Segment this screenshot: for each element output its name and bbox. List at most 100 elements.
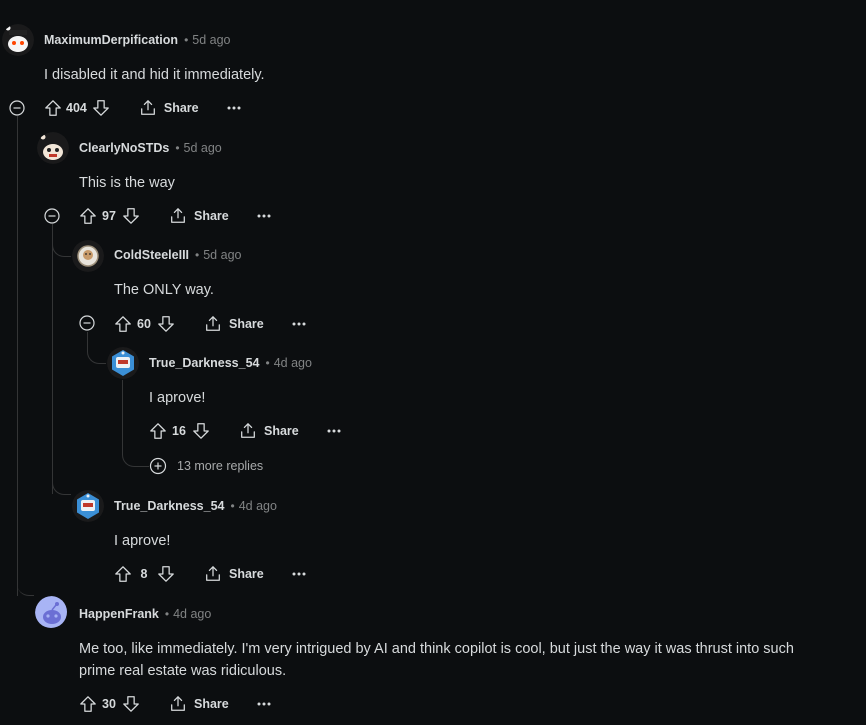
timestamp[interactable]: 5d ago <box>203 248 241 262</box>
vote-count: 97 <box>102 209 116 223</box>
share-button[interactable]: Share <box>138 97 199 119</box>
collapse-button[interactable] <box>44 208 60 224</box>
thread-connector <box>87 332 106 364</box>
separator: • <box>175 141 180 155</box>
share-label: Share <box>264 424 299 438</box>
author-name[interactable]: ClearlyNoSTDs <box>79 141 169 155</box>
timestamp[interactable]: 4d ago <box>173 607 211 621</box>
upvote-button[interactable] <box>112 313 134 335</box>
comment-meta: HappenFrank • 4d ago <box>79 604 211 624</box>
avatar[interactable] <box>2 24 34 56</box>
minus-circle-icon <box>44 208 60 224</box>
upvote-button[interactable] <box>77 205 99 227</box>
plus-circle-icon <box>149 457 167 475</box>
thread-line <box>52 224 53 494</box>
comment-actions: 8 Share <box>112 558 308 590</box>
comment-meta: True_Darkness_54 • 4d ago <box>149 353 312 373</box>
upvote-button[interactable] <box>77 693 99 715</box>
author-name[interactable]: True_Darkness_54 <box>149 356 260 370</box>
more-options-button[interactable] <box>255 695 273 713</box>
separator: • <box>195 248 200 262</box>
comment-actions: 16 Share <box>147 415 343 447</box>
ellipsis-icon <box>327 429 341 433</box>
more-options-button[interactable] <box>290 315 308 333</box>
more-options-button[interactable] <box>255 207 273 225</box>
share-icon <box>171 208 185 223</box>
author-name[interactable]: ColdSteeleIII <box>114 248 189 262</box>
share-label: Share <box>163 101 199 115</box>
share-button[interactable]: Share <box>203 313 264 335</box>
share-button[interactable]: Share <box>203 563 264 585</box>
collapse-button[interactable] <box>79 315 95 331</box>
author-name[interactable]: True_Darkness_54 <box>114 499 225 513</box>
arrow-down-icon <box>193 423 209 439</box>
share-button[interactable]: Share <box>238 420 299 442</box>
downvote-button[interactable] <box>155 313 177 335</box>
vote-count: 404 <box>66 101 87 115</box>
vote-count: 16 <box>172 424 186 438</box>
upvote-button[interactable] <box>42 97 64 119</box>
downvote-button[interactable] <box>90 97 112 119</box>
author-name[interactable]: HappenFrank <box>79 607 159 621</box>
author-name[interactable]: MaximumDerpification <box>44 33 178 47</box>
comment-meta: MaximumDerpification • 5d ago <box>44 30 231 50</box>
arrow-up-icon <box>45 100 61 116</box>
upvote-button[interactable] <box>112 563 134 585</box>
upvote-button[interactable] <box>147 420 169 442</box>
comment-body: This is the way <box>79 175 175 191</box>
separator: • <box>265 356 270 370</box>
avatar[interactable] <box>37 132 69 164</box>
comment-meta: True_Darkness_54 • 4d ago <box>114 496 277 516</box>
downvote-button[interactable] <box>190 420 212 442</box>
timestamp[interactable]: 5d ago <box>184 141 222 155</box>
more-options-button[interactable] <box>325 422 343 440</box>
share-label: Share <box>194 209 229 223</box>
arrow-down-icon <box>93 100 109 116</box>
vote-count: 60 <box>137 317 151 331</box>
share-button[interactable]: Share <box>168 693 229 715</box>
arrow-up-icon <box>115 316 131 332</box>
comment-body: I aprove! <box>149 390 206 406</box>
avatar[interactable] <box>72 240 104 272</box>
arrow-up-icon <box>150 423 166 439</box>
vote-count: 8 <box>140 567 148 581</box>
arrow-down-icon <box>158 566 174 582</box>
arrow-down-icon <box>123 696 139 712</box>
downvote-button[interactable] <box>155 563 177 585</box>
avatar[interactable] <box>35 596 67 628</box>
comment-actions: 30 Share <box>77 688 273 720</box>
minus-circle-icon <box>9 100 25 116</box>
ellipsis-icon <box>257 214 271 218</box>
arrow-down-icon <box>123 208 139 224</box>
share-label: Share <box>194 697 229 711</box>
collapse-button[interactable] <box>9 100 25 116</box>
ellipsis-icon <box>292 572 306 576</box>
ellipsis-icon <box>292 322 306 326</box>
share-icon <box>206 316 220 331</box>
arrow-up-icon <box>80 208 96 224</box>
more-replies-link[interactable]: 13 more replies <box>149 456 263 476</box>
downvote-button[interactable] <box>120 693 142 715</box>
downvote-button[interactable] <box>120 205 142 227</box>
vote-count: 30 <box>102 697 116 711</box>
separator: • <box>184 33 189 47</box>
comment-meta: ClearlyNoSTDs • 5d ago <box>79 138 222 158</box>
minus-circle-icon <box>79 315 95 331</box>
separator: • <box>164 607 170 621</box>
share-icon <box>206 566 220 581</box>
avatar[interactable] <box>72 490 104 522</box>
thread-connector <box>52 480 71 495</box>
more-options-button[interactable] <box>290 565 308 583</box>
thread-connector <box>52 225 71 257</box>
avatar[interactable] <box>107 347 139 379</box>
comment-actions: 97 Share <box>77 200 273 232</box>
timestamp[interactable]: 4d ago <box>274 356 312 370</box>
comment-body: I disabled it and hid it immediately. <box>44 67 265 83</box>
more-replies-label: 13 more replies <box>177 459 264 473</box>
share-icon <box>171 696 185 711</box>
more-options-button[interactable] <box>225 99 243 117</box>
timestamp[interactable]: 5d ago <box>192 33 230 47</box>
share-button[interactable]: Share <box>168 205 229 227</box>
share-label: Share <box>229 567 264 581</box>
timestamp[interactable]: 4d ago <box>239 499 277 513</box>
